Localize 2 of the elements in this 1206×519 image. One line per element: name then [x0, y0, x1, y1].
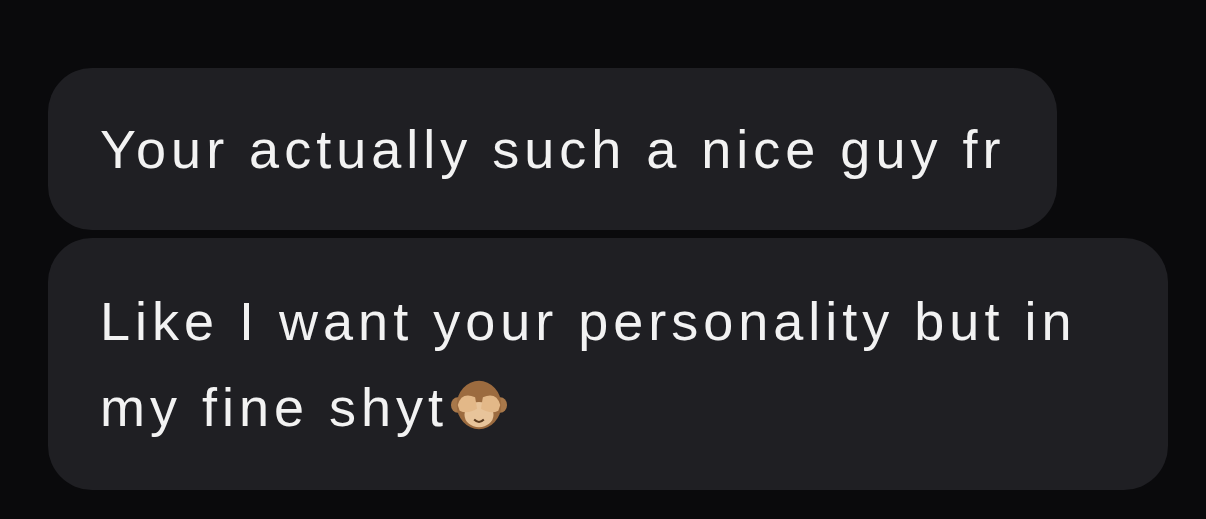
- message-text: Like I want your personality but in my fine shyt: [100, 291, 1077, 437]
- message-text: Your actually such a nice guy fr: [100, 119, 1006, 179]
